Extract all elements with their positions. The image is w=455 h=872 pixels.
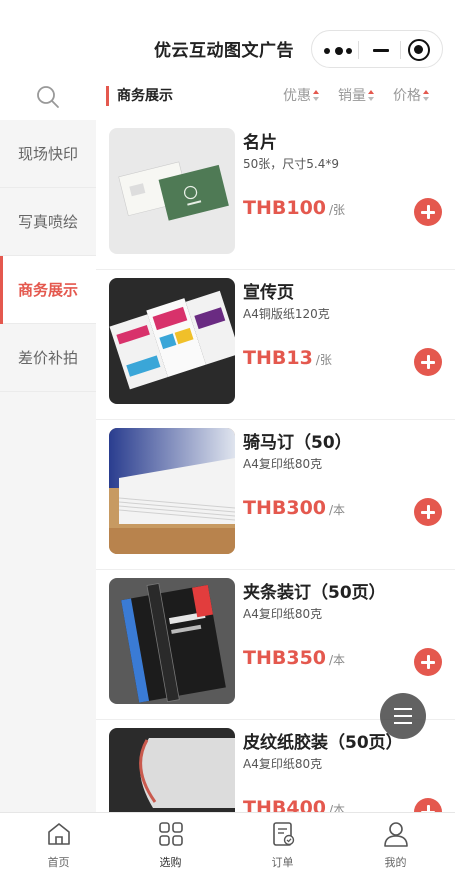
product-unit: /本 — [329, 803, 346, 812]
mini-program-capsule — [311, 30, 443, 68]
tab-profile[interactable]: 我的 — [339, 813, 452, 872]
product-desc: A4复印纸80克 — [243, 757, 323, 771]
product-image-perfect-binding — [109, 728, 235, 812]
product-name: 宣传页 — [243, 283, 294, 303]
product-image-flyer — [109, 278, 235, 404]
sidebar-item-photo-print[interactable]: 写真喷绘 — [0, 188, 96, 256]
tab-label: 订单 — [271, 856, 294, 869]
product-price: THB400/本 — [243, 797, 345, 812]
navigation-bar: 优云互动图文广告 — [0, 0, 455, 72]
list-toolbar: 商务展示 优惠 销量 价格 — [96, 72, 455, 120]
add-to-cart-button[interactable] — [414, 348, 442, 376]
target-close-icon[interactable] — [408, 39, 430, 61]
product-desc: A4铜版纸120克 — [243, 307, 330, 321]
sort-discount[interactable]: 优惠 — [283, 88, 319, 104]
add-to-cart-button[interactable] — [414, 498, 442, 526]
tab-bar: 首页 选购 订单 我的 — [0, 812, 455, 872]
tab-label: 我的 — [384, 856, 407, 869]
section-title: 商务展示 — [106, 86, 173, 106]
add-to-cart-button[interactable] — [414, 798, 442, 812]
more-dots-icon[interactable] — [324, 47, 352, 55]
user-icon — [384, 822, 408, 847]
add-to-cart-button[interactable] — [414, 648, 442, 676]
product-desc: A4复印纸80克 — [243, 607, 323, 621]
product-price: THB350/本 — [243, 647, 346, 669]
sort-sales[interactable]: 销量 — [338, 88, 374, 104]
sort-price[interactable]: 价格 — [393, 88, 429, 104]
minimize-icon[interactable] — [370, 40, 392, 60]
product-desc: A4复印纸80克 — [243, 457, 323, 471]
sidebar-item-business[interactable]: 商务展示 — [0, 256, 96, 324]
sidebar-item-price-difference[interactable]: 差价补拍 — [0, 324, 96, 392]
tab-home[interactable]: 首页 — [2, 813, 115, 872]
grid-icon — [159, 822, 183, 846]
product-name: 皮纹纸胶装（50页） — [243, 733, 403, 753]
search-button[interactable] — [0, 72, 96, 120]
product-unit: /本 — [329, 503, 346, 517]
product-item[interactable]: 名片 50张，尺寸5.4*9 THB100/张 — [96, 120, 455, 270]
product-item[interactable]: 骑马订（50） A4复印纸80克 THB300/本 — [96, 420, 455, 570]
product-image-saddle-stitch — [109, 428, 235, 554]
home-icon — [48, 823, 70, 845]
sort-arrows-icon — [313, 89, 319, 103]
product-name: 名片 — [243, 133, 277, 153]
floating-menu-button[interactable] — [380, 693, 426, 739]
order-icon — [273, 822, 295, 846]
product-desc: 50张，尺寸5.4*9 — [243, 157, 339, 171]
tab-orders[interactable]: 订单 — [226, 813, 339, 872]
product-unit: /本 — [329, 653, 346, 667]
product-unit: /张 — [315, 353, 332, 367]
product-item[interactable]: 宣传页 A4铜版纸120克 THB13/张 — [96, 270, 455, 420]
tab-label: 选购 — [159, 856, 182, 869]
sidebar-item-quick-print[interactable]: 现场快印 — [0, 120, 96, 188]
search-icon — [37, 86, 59, 108]
product-price: THB13/张 — [243, 347, 332, 369]
sort-arrows-icon — [368, 89, 374, 103]
product-price: THB300/本 — [243, 497, 346, 519]
tab-label: 首页 — [47, 856, 70, 869]
add-to-cart-button[interactable] — [414, 198, 442, 226]
product-image-business-card — [109, 128, 235, 254]
product-price: THB100/张 — [243, 197, 346, 219]
page-title: 优云互动图文广告 — [154, 41, 294, 61]
sort-arrows-icon — [423, 89, 429, 103]
product-unit: /张 — [329, 203, 346, 217]
product-image-clip-binding — [109, 578, 235, 704]
product-name: 骑马订（50） — [243, 433, 352, 453]
tab-shop[interactable]: 选购 — [114, 813, 227, 872]
category-sidebar: 现场快印 写真喷绘 商务展示 差价补拍 — [0, 72, 96, 812]
product-name: 夹条装订（50页） — [243, 583, 386, 603]
